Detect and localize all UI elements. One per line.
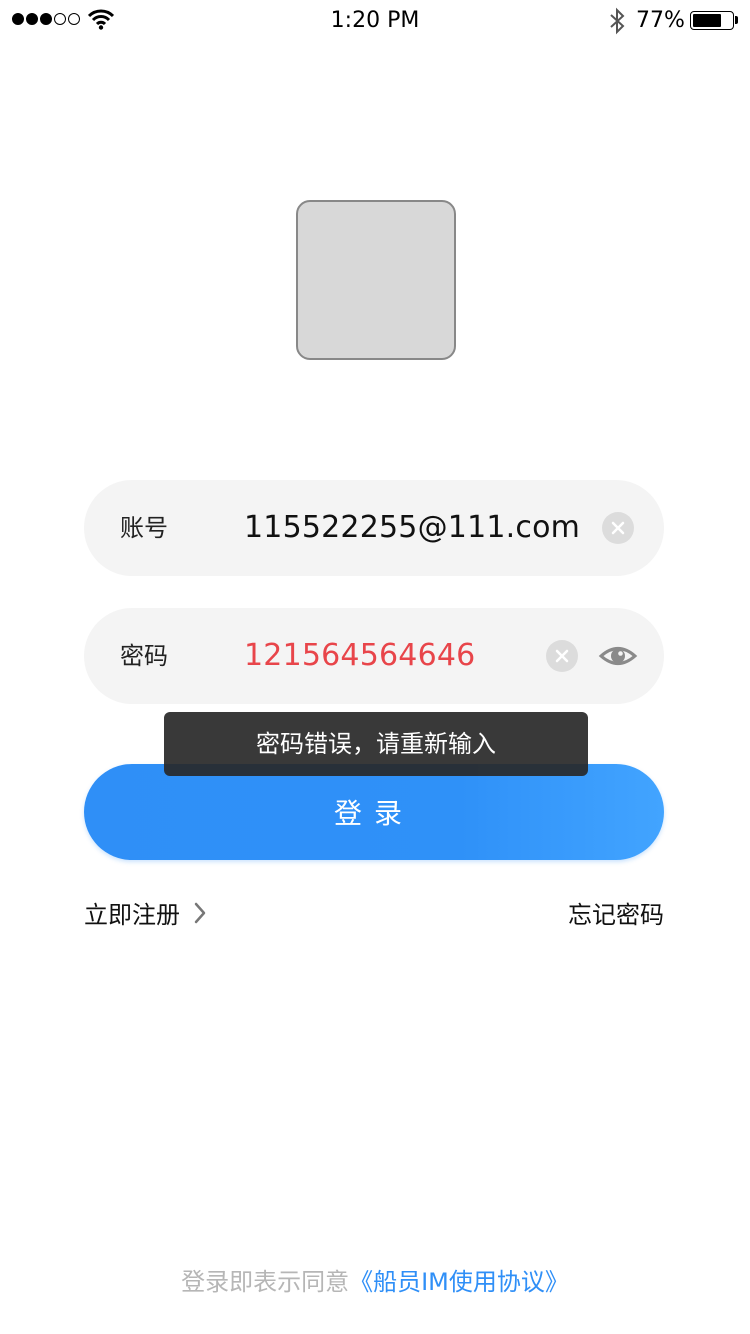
chevron-right-icon (194, 902, 206, 923)
agreement-notice: 登录即表示同意《船员IM使用协议》 (0, 1262, 750, 1297)
agreement-link[interactable]: 《船员IM使用协议》 (349, 1268, 569, 1296)
account-clear-button[interactable] (602, 512, 634, 544)
account-field[interactable]: 账号 115522255@111.com (84, 480, 664, 576)
password-field[interactable]: 密码 121564564646 (84, 608, 664, 704)
battery-level (693, 14, 722, 27)
account-label: 账号 (120, 514, 168, 542)
forgot-password-link[interactable]: 忘记密码 (568, 895, 664, 930)
register-link[interactable]: 立即注册 (84, 895, 206, 930)
battery-percentage: 77% (636, 8, 685, 33)
status-bar: 1:20 PM 77% (0, 0, 750, 40)
login-screen: 1:20 PM 77% 账号 115522255@111.com 密码 1215… (0, 0, 750, 1334)
clear-icon (611, 521, 625, 535)
login-button[interactable]: 登录 (84, 764, 664, 860)
agreement-prefix: 登录即表示同意 (181, 1268, 350, 1296)
app-logo (296, 200, 456, 360)
account-input[interactable]: 115522255@111.com (244, 480, 580, 576)
battery-icon (690, 11, 734, 30)
password-label: 密码 (120, 642, 168, 670)
password-clear-button[interactable] (546, 640, 578, 672)
eye-icon[interactable] (598, 638, 638, 674)
bluetooth-icon (610, 7, 625, 35)
register-label: 立即注册 (84, 901, 180, 929)
battery-tip (735, 16, 738, 24)
password-input[interactable]: 121564564646 (244, 608, 475, 704)
error-toast: 密码错误，请重新输入 (164, 712, 588, 776)
clear-icon (555, 649, 569, 663)
